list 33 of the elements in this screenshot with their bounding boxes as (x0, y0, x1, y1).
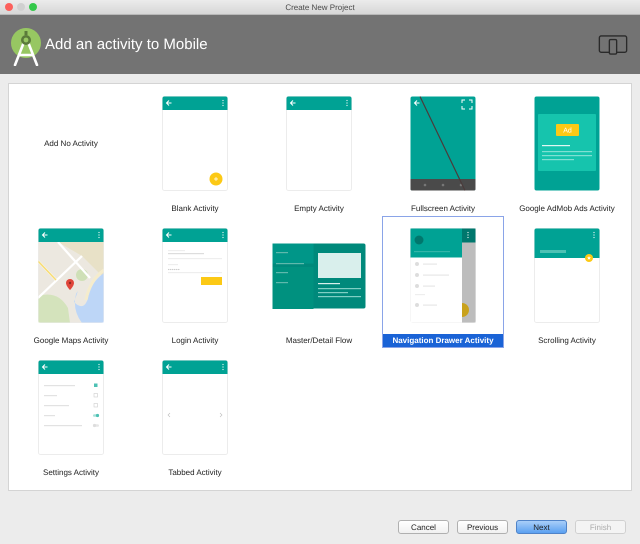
activity-label: Master/Detail Flow (286, 335, 352, 347)
activity-tile[interactable]: Navigation Drawer Activity (382, 216, 504, 348)
activity-tile[interactable]: Google Maps Activity (10, 216, 132, 348)
window-title: Create New Project (285, 2, 355, 12)
activity-label: Navigation Drawer Activity (383, 334, 503, 347)
dialog-button[interactable]: Next (516, 520, 567, 534)
dialog-button[interactable]: Previous (457, 520, 508, 534)
minimize-button[interactable] (17, 3, 25, 11)
activity-label: Fullscreen Activity (410, 203, 476, 215)
android-logo-icon (10, 28, 42, 66)
activity-tile[interactable]: Add No Activity (10, 84, 132, 216)
activity-label: Google Maps Activity (34, 335, 108, 347)
activity-tile[interactable]: Empty Activity (258, 84, 380, 216)
activity-label: Login Activity (172, 335, 218, 347)
zoom-button[interactable] (29, 3, 37, 11)
activity-tile[interactable]: Blank Activity (134, 84, 256, 216)
activity-label: Tabbed Activity (168, 467, 222, 479)
activity-label: Blank Activity (171, 203, 219, 215)
activity-tile[interactable]: Master/Detail Flow (258, 216, 380, 348)
activity-label: Scrolling Activity (538, 335, 596, 347)
dialog-button[interactable]: Cancel (398, 520, 449, 534)
page-heading: Add an activity to Mobile (45, 36, 209, 53)
activity-tile[interactable]: Fullscreen Activity (382, 84, 504, 216)
close-button[interactable] (5, 3, 13, 11)
activity-tile[interactable]: Login Activity (134, 216, 256, 348)
activity-label: Empty Activity (294, 203, 344, 215)
devices-icon (598, 34, 628, 54)
activity-tile[interactable]: Tabbed Activity (134, 348, 256, 480)
activity-label: Settings Activity (42, 467, 100, 479)
activity-label: Add No Activity (44, 138, 98, 150)
activity-tile[interactable]: Settings Activity (10, 348, 132, 480)
activity-label: Google AdMob Ads Activity (519, 203, 615, 215)
activity-tile[interactable]: Scrolling Activity (506, 216, 628, 348)
